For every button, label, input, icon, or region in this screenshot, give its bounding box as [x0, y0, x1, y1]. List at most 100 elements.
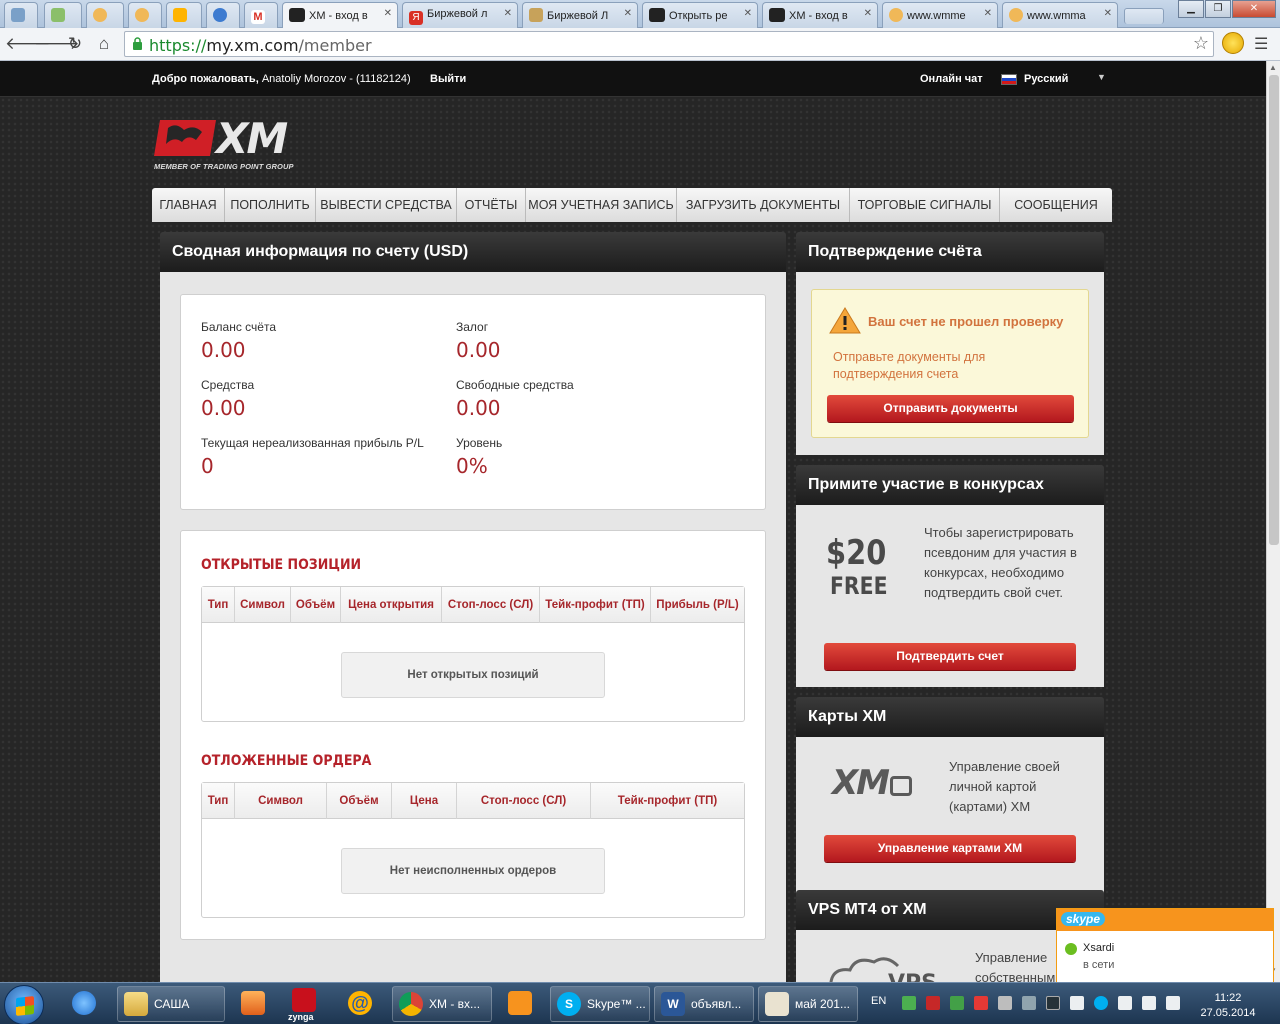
browser-tab[interactable] [86, 2, 124, 28]
close-icon[interactable]: ✕ [864, 8, 872, 19]
column-header[interactable]: Цена [392, 783, 457, 819]
taskbar-word[interactable]: W объявл... [654, 986, 754, 1022]
column-header[interactable]: Тип [202, 783, 235, 819]
nav-reports[interactable]: ОТЧЁТЫ [457, 188, 526, 222]
new-tab-button[interactable] [1124, 8, 1164, 24]
scroll-up-icon[interactable]: ▲ [1269, 63, 1277, 72]
browser-tab[interactable] [4, 2, 38, 28]
browser-tab[interactable]: Открыть ре ✕ [642, 2, 758, 28]
back-arrow-icon[interactable]: 🡐 [5, 33, 51, 55]
taskbar-app[interactable]: май 201... [758, 986, 858, 1022]
speaker-icon[interactable] [1166, 996, 1180, 1010]
column-header[interactable]: Объём [291, 587, 341, 623]
close-icon[interactable]: ✕ [984, 8, 992, 19]
taskbar-media[interactable] [229, 986, 277, 1022]
flag-icon[interactable] [1118, 996, 1132, 1010]
online-chat-link[interactable]: Онлайн чат [920, 73, 983, 85]
extension-icon[interactable] [1222, 32, 1244, 54]
warning-text: Отправьте документы для подтверждения сч… [833, 350, 986, 381]
reload-icon[interactable]: ↻ [63, 33, 87, 55]
browser-tab[interactable]: Я Биржевой л ✕ [402, 2, 518, 28]
nav-deposit[interactable]: ПОПОЛНИТЬ [225, 188, 316, 222]
start-button[interactable] [4, 985, 44, 1024]
browser-tab[interactable]: M [244, 2, 278, 28]
scrollbar-thumb[interactable] [1269, 75, 1279, 545]
browser-tab[interactable] [128, 2, 162, 28]
manage-cards-button[interactable]: Управление картами XM [824, 835, 1076, 862]
skype-tray-icon[interactable] [1094, 996, 1108, 1010]
verify-account-button[interactable]: Подтвердить счет [824, 643, 1076, 670]
tray-icon[interactable] [926, 996, 940, 1010]
column-header[interactable]: Стоп-лосс (СЛ) [457, 783, 591, 819]
tray-icon[interactable] [902, 996, 916, 1010]
taskbar-label: САША [154, 997, 190, 1011]
column-header[interactable]: Тейк-профит (ТП) [591, 783, 744, 819]
browser-tab[interactable]: www.wmme ✕ [882, 2, 998, 28]
home-icon[interactable]: ⌂ [92, 33, 116, 55]
tray-icon[interactable] [998, 996, 1012, 1010]
column-header[interactable]: Символ [235, 587, 291, 623]
maximize-icon[interactable]: ❐ [1205, 0, 1231, 18]
xm-logo[interactable]: XM MEMBER OF TRADING POINT GROUP [154, 114, 314, 176]
column-header[interactable]: Тип [202, 587, 235, 623]
close-icon[interactable]: ✕ [624, 8, 632, 19]
page-scrollbar[interactable]: ▲ ▼ [1266, 61, 1280, 982]
close-icon[interactable]: ✕ [744, 8, 752, 19]
welcome-text: Добро пожаловать, Anatoliy Morozov - (11… [152, 73, 411, 85]
taskbar-chrome[interactable]: XM - вх... [392, 986, 492, 1022]
skype-notification[interactable]: skype Xsardi в сети [1056, 908, 1274, 984]
close-window-icon[interactable]: ✕ [1232, 0, 1276, 18]
promo-amount: $20 [826, 533, 887, 573]
site-icon [11, 8, 25, 22]
system-clock[interactable]: 11:22 27.05.2014 [1198, 991, 1258, 1021]
nav-upload-documents[interactable]: ЗАГРУЗИТЬ ДОКУМЕНТЫ [677, 188, 850, 222]
column-header[interactable]: Цена открытия [341, 587, 442, 623]
xm-card-logo: XM [822, 763, 922, 803]
language-selector[interactable]: Русский [1024, 73, 1068, 85]
close-icon[interactable]: ✕ [1104, 8, 1112, 19]
column-header[interactable]: Тейк-профит (ТП) [540, 587, 651, 623]
nav-messages[interactable]: СООБЩЕНИЯ [1000, 188, 1112, 222]
menu-icon[interactable]: ☰ [1254, 34, 1268, 54]
taskbar-ie[interactable] [62, 986, 110, 1022]
browser-tab[interactable] [44, 2, 82, 28]
tray-icon[interactable] [974, 996, 988, 1010]
network-icon[interactable] [1142, 996, 1156, 1010]
address-bar[interactable]: https://my.xm.com/member ☆ [124, 31, 1214, 57]
browser-tab[interactable]: XM - вход в ✕ [762, 2, 878, 28]
taskbar-skype[interactable]: S Skype™ ... [550, 986, 650, 1022]
clock-date: 27.05.2014 [1200, 1007, 1256, 1019]
logout-link[interactable]: Выйти [430, 73, 466, 85]
send-documents-button[interactable]: Отправить документы [827, 395, 1074, 422]
bookmark-star-icon[interactable]: ☆ [1193, 33, 1209, 54]
column-header[interactable]: Символ [235, 783, 327, 819]
tray-icon[interactable] [1046, 996, 1060, 1010]
close-icon[interactable]: ✕ [384, 8, 392, 19]
nav-withdraw[interactable]: ВЫВЕСТИ СРЕДСТВА [316, 188, 457, 222]
browser-tab[interactable] [206, 2, 240, 28]
tray-icon[interactable] [1022, 996, 1036, 1010]
browser-tab[interactable]: Биржевой Л ✕ [522, 2, 638, 28]
chevron-down-icon[interactable]: ▼ [1097, 72, 1106, 82]
keyboard-language[interactable]: EN [871, 995, 886, 1007]
volume-icon[interactable] [1070, 996, 1084, 1010]
browser-tab[interactable]: www.wmma ✕ [1002, 2, 1118, 28]
app-icon [765, 992, 789, 1016]
taskbar-zynga[interactable]: zynga [282, 986, 330, 1022]
column-header[interactable]: Стоп-лосс (СЛ) [442, 587, 540, 623]
forward-arrow-icon[interactable]: 🡒 [34, 33, 80, 55]
close-icon[interactable]: ✕ [504, 8, 512, 19]
nav-trading-signals[interactable]: ТОРГОВЫЕ СИГНАЛЫ [850, 188, 1000, 222]
taskbar-mail-agent[interactable]: @ [336, 986, 384, 1022]
word-icon: W [661, 992, 685, 1016]
minimize-icon[interactable]: ▁ [1178, 0, 1204, 18]
nav-home[interactable]: ГЛАВНАЯ [152, 188, 225, 222]
taskbar-odnoklassniki[interactable] [496, 986, 544, 1022]
tray-icon[interactable] [950, 996, 964, 1010]
taskbar-folder[interactable]: САША [117, 986, 225, 1022]
browser-tab[interactable] [166, 2, 202, 28]
column-header[interactable]: Объём [327, 783, 392, 819]
nav-my-account[interactable]: МОЯ УЧЕТНАЯ ЗАПИСЬ [526, 188, 677, 222]
browser-tab-active[interactable]: XM - вход в ✕ [282, 2, 398, 28]
column-header[interactable]: Прибыль (P/L) [651, 587, 744, 623]
